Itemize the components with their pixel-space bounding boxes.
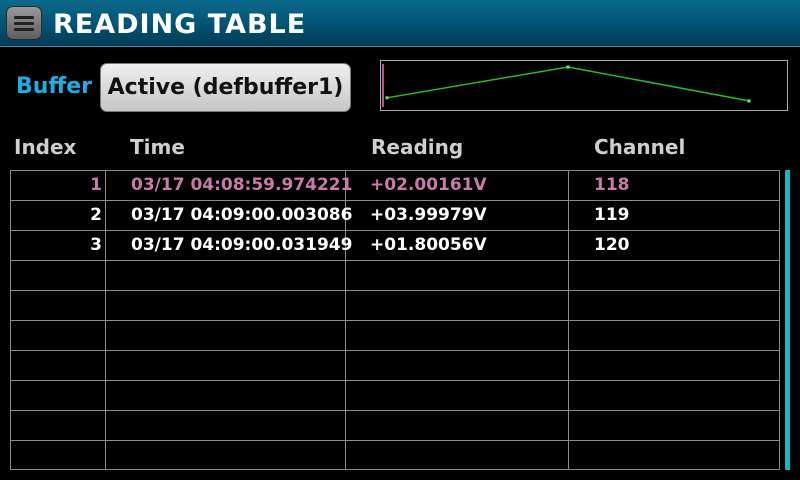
- row-index: 1: [90, 175, 102, 195]
- column-header-index: Index: [14, 135, 77, 159]
- row-channel: 119: [594, 205, 630, 225]
- reading-graph-plot: [382, 64, 751, 107]
- table-row[interactable]: 3 03/17 04:09:00.031949 +01.80056V 120: [11, 231, 779, 261]
- reading-table: 1 03/17 04:08:59.974221 +02.00161V 118 2…: [10, 170, 780, 470]
- buffer-select-button[interactable]: Active (defbuffer1): [100, 63, 351, 112]
- row-time: 03/17 04:09:00.031949: [131, 235, 353, 255]
- column-header-channel: Channel: [594, 135, 686, 159]
- table-row-empty: [11, 441, 779, 471]
- table-row-empty: [11, 381, 779, 411]
- row-channel: 120: [594, 235, 630, 255]
- table-row[interactable]: 2 03/17 04:09:00.003086 +03.99979V 119: [11, 201, 779, 231]
- row-time: 03/17 04:09:00.003086: [131, 205, 353, 225]
- table-row-empty: [11, 411, 779, 441]
- table-row[interactable]: 1 03/17 04:08:59.974221 +02.00161V 118: [11, 171, 779, 201]
- menu-icon[interactable]: [6, 6, 42, 40]
- buffer-label: Buffer: [16, 74, 93, 99]
- graph-point: [566, 65, 570, 69]
- table-row-empty: [11, 321, 779, 351]
- row-time: 03/17 04:08:59.974221: [131, 175, 353, 195]
- reading-graph[interactable]: [380, 60, 788, 111]
- row-index: 2: [90, 205, 102, 225]
- row-channel: 118: [594, 175, 630, 195]
- page-title: READING TABLE: [53, 9, 307, 40]
- graph-point: [385, 96, 389, 100]
- graph-point: [747, 99, 751, 103]
- row-reading: +02.00161V: [370, 175, 487, 195]
- row-index: 3: [90, 235, 102, 255]
- title-bar: READING TABLE: [0, 0, 800, 47]
- table-row-empty: [11, 261, 779, 291]
- row-reading: +01.80056V: [370, 235, 487, 255]
- column-header-time: Time: [130, 135, 185, 159]
- row-reading: +03.99979V: [370, 205, 487, 225]
- table-row-empty: [11, 351, 779, 381]
- table-row-empty: [11, 291, 779, 321]
- column-header-reading: Reading: [371, 135, 464, 159]
- scrollbar[interactable]: [785, 170, 790, 470]
- graph-line: [386, 66, 750, 102]
